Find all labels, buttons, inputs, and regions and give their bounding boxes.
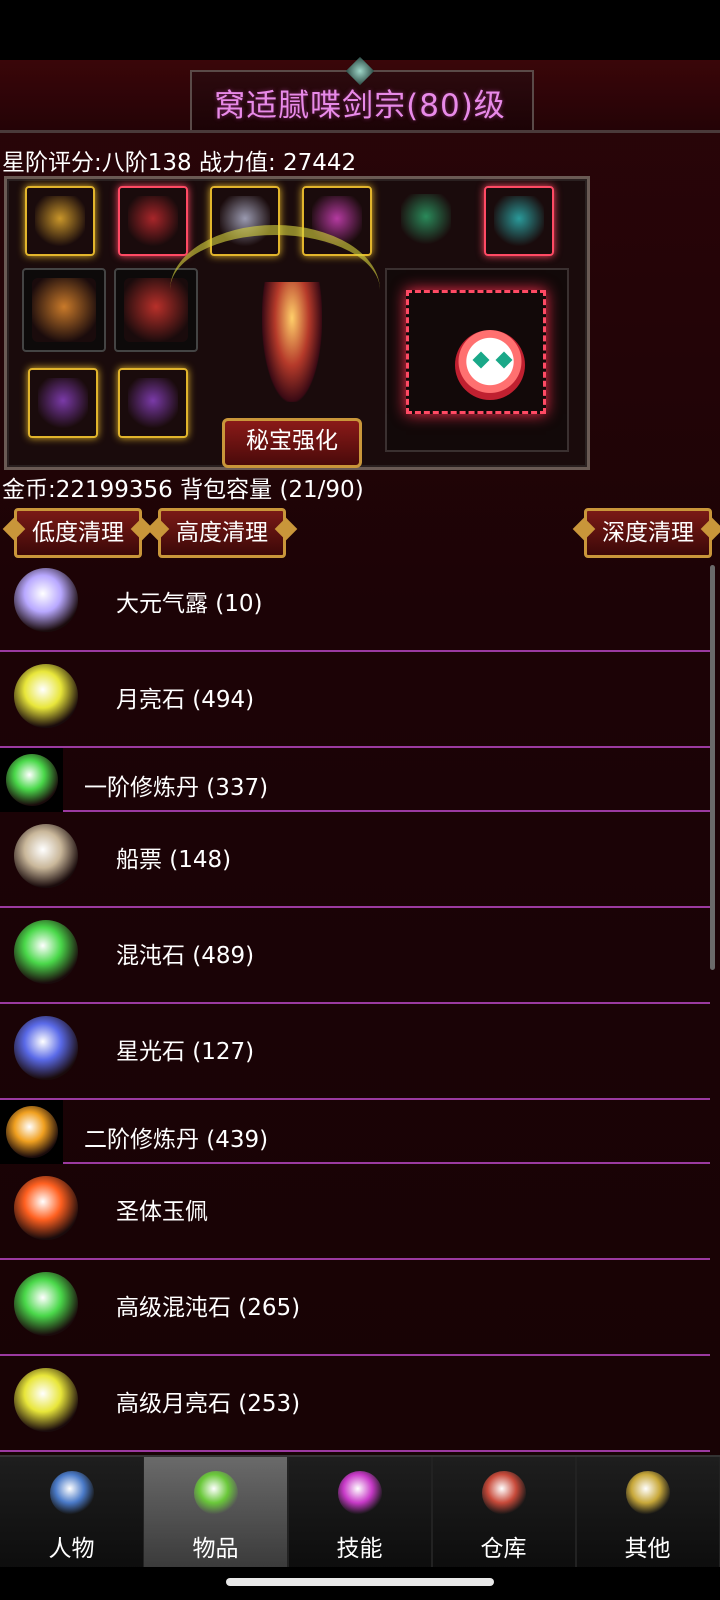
gold-capacity: 金币:22199356 背包容量 (21/90) [2, 477, 364, 503]
deep-clean-button[interactable]: 深度清理 [584, 508, 712, 558]
bottom-tab-bar: 人物 物品 技能 仓库 其他 [0, 1455, 720, 1569]
list-item[interactable]: 混沌石 (489) [0, 908, 710, 1004]
adv-moonstone-icon [14, 1368, 78, 1432]
list-item[interactable]: 月亮石 (494) [0, 652, 710, 748]
ring-slot-1[interactable] [28, 368, 98, 438]
starlight-stone-icon [14, 1016, 78, 1080]
list-item[interactable]: 船票 (148) [0, 812, 710, 908]
item-label: 星光石 (127) [116, 1039, 255, 1065]
tab-potion[interactable]: 物品 [144, 1457, 289, 1569]
chaos-stone-icon [14, 920, 78, 984]
list-item[interactable]: 二阶修炼丹 (439) [0, 1100, 710, 1164]
pill-orange-icon [6, 1106, 58, 1158]
list-item[interactable]: 大元气露 (10) [0, 556, 710, 652]
high-clean-button[interactable]: 高度清理 [158, 508, 286, 558]
potion-icon [194, 1471, 238, 1515]
tab-label: 物品 [192, 1536, 239, 1562]
jade-pendant-icon [14, 1176, 78, 1240]
item-label: 月亮石 (494) [116, 687, 255, 713]
mibao-enhance-button[interactable]: 秘宝强化 [222, 418, 362, 468]
item-label: 大元气露 (10) [116, 591, 263, 617]
ring-slot-2[interactable] [118, 368, 188, 438]
item-label: 一阶修炼丹 (337) [84, 775, 269, 801]
list-item[interactable]: 高级混沌石 (265) [0, 1260, 710, 1356]
moonstone-icon [14, 664, 78, 728]
list-item[interactable]: 一阶修炼丹 (337) [0, 748, 710, 812]
tab-label: 其他 [624, 1536, 671, 1562]
status-bar [0, 0, 720, 60]
item-label: 高级混沌石 (265) [116, 1295, 301, 1321]
home-indicator[interactable] [226, 1578, 494, 1586]
list-item[interactable]: 高级月亮石 (253) [0, 1356, 710, 1452]
helmet-icon [35, 196, 85, 246]
inventory-list[interactable]: 大元气露 (10) 月亮石 (494) 一阶修炼丹 (337) 船票 (148) 混沌石… [0, 556, 712, 1454]
item-label: 船票 (148) [116, 847, 232, 873]
low-clean-button[interactable]: 低度清理 [14, 508, 142, 558]
sword-icon [626, 1471, 670, 1515]
tab-sword[interactable]: 其他 [576, 1457, 720, 1569]
character-avatar[interactable] [262, 282, 322, 402]
tab-warehouse[interactable]: 仓库 [432, 1457, 577, 1569]
pet-icon [455, 330, 525, 400]
item-label: 混沌石 (489) [116, 943, 255, 969]
tab-label: 仓库 [480, 1536, 527, 1562]
armor-slot[interactable] [118, 186, 188, 256]
ring-2-icon [128, 378, 178, 428]
pet-green-icon [401, 194, 451, 244]
scrollbar[interactable] [710, 565, 715, 970]
weapon-1-icon [32, 278, 96, 342]
character-icon [50, 1471, 94, 1515]
item-label: 高级月亮石 (253) [116, 1391, 301, 1417]
helmet-slot[interactable] [25, 186, 95, 256]
armor-icon [128, 196, 178, 246]
crystal-icon [14, 568, 78, 632]
item-label: 二阶修炼丹 (439) [84, 1127, 269, 1153]
mount-slot[interactable] [484, 186, 554, 256]
tab-character[interactable]: 人物 [0, 1457, 145, 1569]
mount-icon [494, 196, 544, 246]
star-rating-power: 星阶评分:八阶138 战力值: 27442 [2, 150, 357, 176]
scroll-icon [14, 824, 78, 888]
pill-green-icon [6, 754, 58, 806]
list-item[interactable]: 星光石 (127) [0, 1004, 710, 1100]
character-title: 窝适腻喋剑宗(80)级 [214, 88, 506, 124]
weapon-slot-1[interactable] [22, 268, 106, 352]
pet-green-slot[interactable] [393, 186, 459, 252]
tab-label: 人物 [48, 1536, 95, 1562]
skill-orb-icon [338, 1471, 382, 1515]
warehouse-icon [482, 1471, 526, 1515]
ring-1-icon [38, 378, 88, 428]
adv-chaos-stone-icon [14, 1272, 78, 1336]
list-item[interactable]: 圣体玉佩 [0, 1164, 710, 1260]
item-label: 圣体玉佩 [116, 1199, 208, 1225]
tab-skill-orb[interactable]: 技能 [288, 1457, 433, 1569]
tab-label: 技能 [336, 1536, 383, 1562]
